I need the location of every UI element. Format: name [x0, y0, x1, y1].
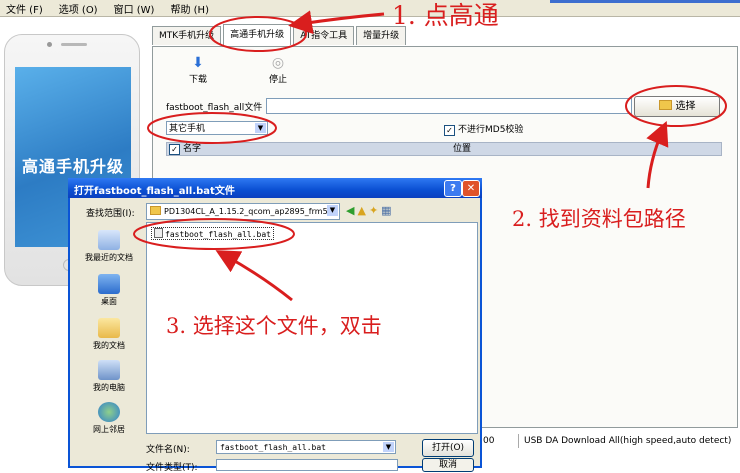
highlight-qualcomm-tab	[209, 16, 307, 52]
arrow-step1	[288, 10, 385, 35]
annotation-step2: 2. 找到资料包路径	[512, 207, 686, 231]
annotation-step3: 3. 选择这个文件，双击	[166, 314, 382, 338]
arrow-step2	[646, 120, 669, 189]
annotation-step1: 1. 点高通	[392, 1, 499, 30]
highlight-bat-file	[133, 218, 295, 250]
highlight-phone-select	[147, 112, 277, 144]
arrow-step3	[215, 250, 293, 302]
highlight-browse-button	[625, 85, 727, 127]
